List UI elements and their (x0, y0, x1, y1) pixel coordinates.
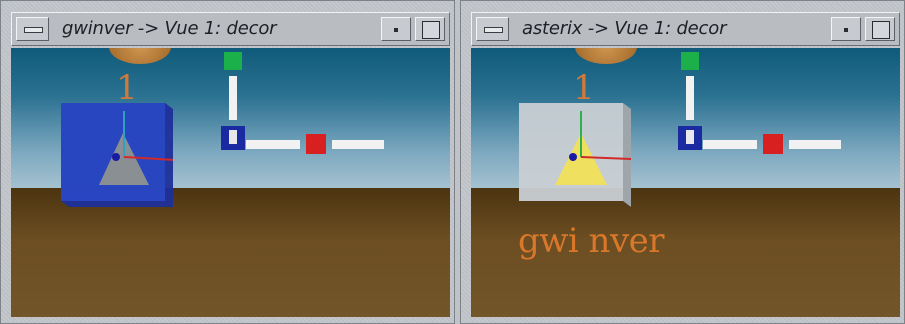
gizmo-x-handle[interactable] (763, 134, 783, 154)
gizmo-x-axis-left (246, 140, 300, 149)
gizmo-y-axis (229, 76, 237, 120)
window-title: asterix -> Vue 1: decor (522, 18, 727, 39)
gizmo-x-axis-right (789, 140, 841, 149)
window-title: gwinver -> Vue 1: decor (62, 18, 277, 39)
maximize-button[interactable] (865, 17, 895, 41)
gizmo-x-handle[interactable] (306, 134, 326, 154)
title-bar[interactable]: asterix -> Vue 1: decor (471, 12, 900, 46)
window-asterix: asterix -> Vue 1: decor 1 gwi nver (460, 0, 905, 324)
gizmo-y-handle[interactable] (224, 52, 242, 70)
3d-viewport[interactable]: 1 (11, 48, 450, 317)
transform-gizmo[interactable] (216, 48, 406, 168)
object-number-label: 1 (573, 68, 595, 108)
cube-object[interactable] (519, 103, 631, 207)
minimize-icon (844, 28, 848, 32)
3d-text-label: gwi nver (518, 221, 665, 261)
maximize-button[interactable] (415, 17, 445, 41)
window-menu-icon (484, 27, 503, 33)
transform-gizmo[interactable] (673, 48, 863, 168)
minimize-icon (394, 28, 398, 32)
maximize-icon (872, 21, 890, 39)
gizmo-center (686, 130, 694, 144)
gizmo-x-axis-left (703, 140, 757, 149)
title-bar[interactable]: gwinver -> Vue 1: decor (11, 12, 450, 46)
object-number-label: 1 (116, 68, 138, 108)
cube-side-face (623, 103, 631, 207)
window-menu-button[interactable] (16, 17, 49, 41)
gizmo-y-handle[interactable] (681, 52, 699, 70)
ground-plane (11, 188, 450, 317)
gizmo-x-axis-right (332, 140, 384, 149)
cube-object[interactable] (61, 103, 173, 207)
minimize-button[interactable] (831, 17, 861, 41)
gizmo-y-axis (686, 76, 694, 120)
window-menu-button[interactable] (476, 17, 509, 41)
window-gwinver: gwinver -> Vue 1: decor 1 (0, 0, 455, 324)
window-menu-icon (24, 27, 43, 33)
origin-point (569, 153, 577, 161)
3d-viewport[interactable]: 1 gwi nver (471, 48, 900, 317)
gizmo-center (229, 130, 237, 144)
minimize-button[interactable] (381, 17, 411, 41)
maximize-icon (422, 21, 440, 39)
cube-front-face (61, 103, 165, 201)
cube-front-face (519, 103, 623, 201)
origin-point (112, 153, 120, 161)
